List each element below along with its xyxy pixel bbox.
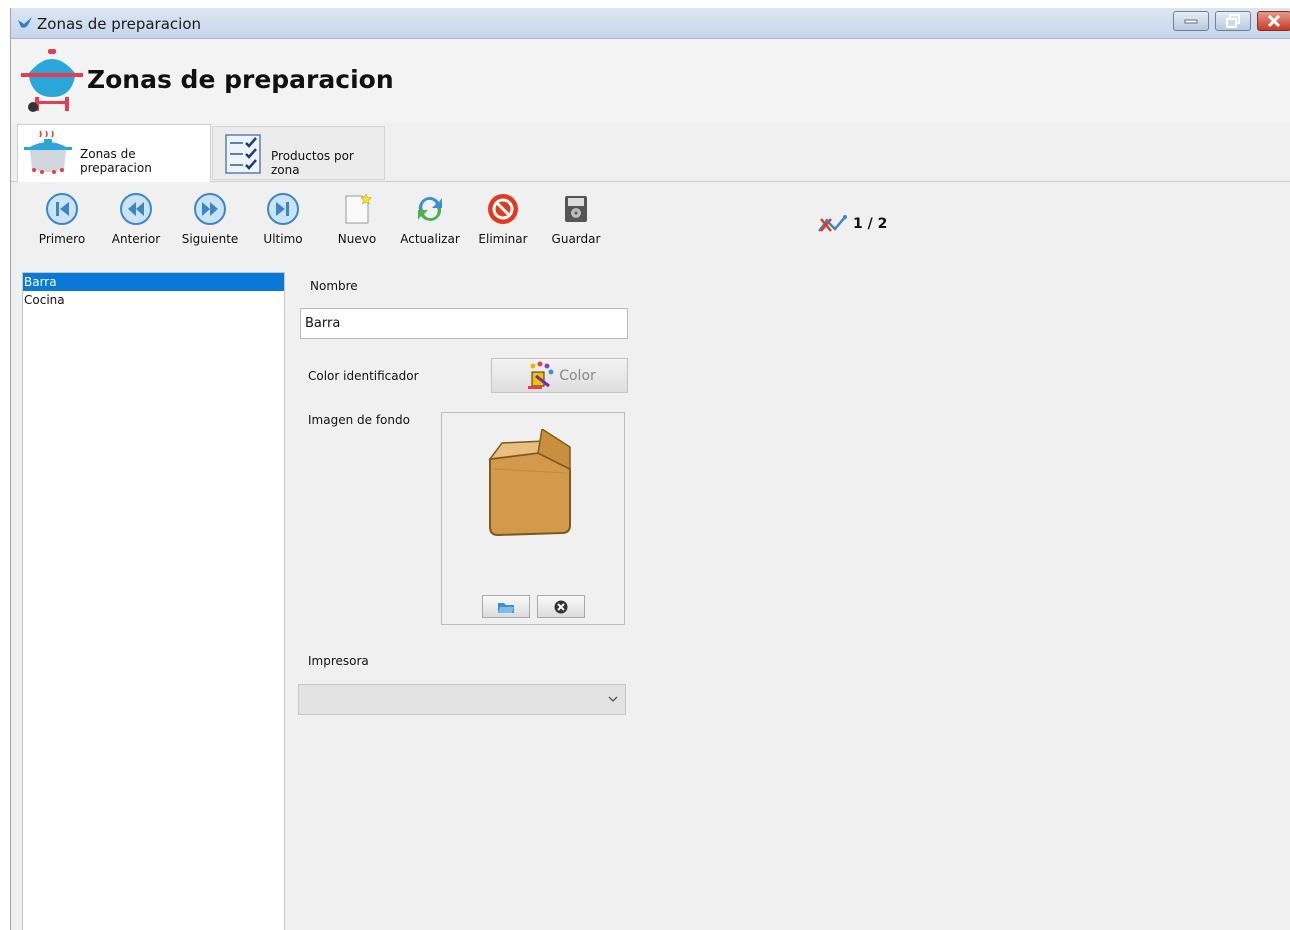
window-title: Zonas de preparacion <box>37 15 202 33</box>
name-input[interactable] <box>300 308 628 339</box>
image-label: Imagen de fondo <box>308 413 410 427</box>
tab-label: Productos por zona <box>271 149 354 177</box>
new-label: Nuevo <box>337 232 377 246</box>
chevron-down-icon <box>608 696 618 702</box>
tab-productos-por-zona[interactable]: Productos por zona <box>212 126 385 180</box>
color-button[interactable]: Color <box>491 358 628 393</box>
close-icon <box>1267 14 1281 28</box>
next-button[interactable]: Siguiente <box>173 192 247 252</box>
page-title: Zonas de preparacion <box>87 65 394 94</box>
next-record-icon <box>194 193 226 225</box>
zone-list[interactable]: Barra Cocina <box>22 272 285 930</box>
previous-button[interactable]: Anterior <box>99 192 173 252</box>
tab-zonas-de-preparacion[interactable]: Zonas de preparacion <box>17 124 211 182</box>
restore-button[interactable] <box>1215 11 1251 31</box>
record-counter-text: 1 / 2 <box>853 216 888 232</box>
app-bird-icon <box>18 17 32 28</box>
color-label: Color identificador <box>308 369 419 383</box>
open-folder-icon <box>498 602 514 613</box>
list-item[interactable]: Barra <box>23 273 284 291</box>
restore-icon <box>1226 14 1240 28</box>
refresh-button[interactable]: Actualizar <box>393 192 467 252</box>
minimize-icon <box>1184 19 1198 24</box>
refresh-icon <box>418 197 442 221</box>
save-disk-icon <box>565 196 587 222</box>
delete-icon <box>488 194 518 224</box>
main-window: Zonas de preparacion Zonas de preparacio… <box>10 8 1290 930</box>
color-palette-icon <box>528 361 554 389</box>
open-image-button[interactable] <box>482 595 530 618</box>
delete-label: Eliminar <box>478 232 528 246</box>
next-label: Siguiente <box>181 232 239 246</box>
last-label: Ultimo <box>263 232 303 246</box>
toolbar: Primero Anterior Siguiente Ultimo Nuevo … <box>11 182 1290 262</box>
chart-line-icon <box>818 215 847 232</box>
minimize-button[interactable] <box>1173 11 1209 31</box>
refresh-label: Actualizar <box>400 232 460 246</box>
save-label: Guardar <box>551 232 601 246</box>
printer-label: Impresora <box>308 654 369 668</box>
clear-image-button[interactable] <box>537 595 585 618</box>
record-counter: 1 / 2 <box>817 212 887 236</box>
package-box-icon <box>488 429 571 537</box>
zone-form: Nombre Color identificador Color Imagen … <box>297 262 657 722</box>
title-bar[interactable]: Zonas de preparacion <box>11 8 1290 39</box>
last-button[interactable]: Ultimo <box>246 192 320 252</box>
tab-bar: Zonas de preparacion Productos por zona <box>11 124 1290 182</box>
tab-content: Primero Anterior Siguiente Ultimo Nuevo … <box>11 182 1290 930</box>
tab-label: Zonas de preparacion <box>80 147 152 175</box>
new-document-icon <box>345 193 372 224</box>
first-record-icon <box>46 193 78 225</box>
printer-select[interactable] <box>298 684 626 715</box>
grill-icon <box>21 49 83 112</box>
cooking-pot-icon <box>24 130 72 174</box>
close-button[interactable] <box>1257 11 1290 31</box>
save-button[interactable]: Guardar <box>539 192 613 252</box>
page-header: Zonas de preparacion <box>11 39 1290 153</box>
background-image-panel <box>441 412 625 625</box>
clear-circle-icon <box>554 600 568 613</box>
checklist-icon <box>225 134 261 174</box>
color-button-label: Color <box>559 367 596 384</box>
name-label: Nombre <box>310 279 358 293</box>
previous-label: Anterior <box>111 232 161 246</box>
delete-button[interactable]: Eliminar <box>466 192 540 252</box>
new-button[interactable]: Nuevo <box>320 192 394 252</box>
first-label: Primero <box>38 232 86 246</box>
last-record-icon <box>267 193 299 225</box>
list-item[interactable]: Cocina <box>23 291 284 309</box>
previous-record-icon <box>120 193 152 225</box>
first-button[interactable]: Primero <box>25 192 99 252</box>
